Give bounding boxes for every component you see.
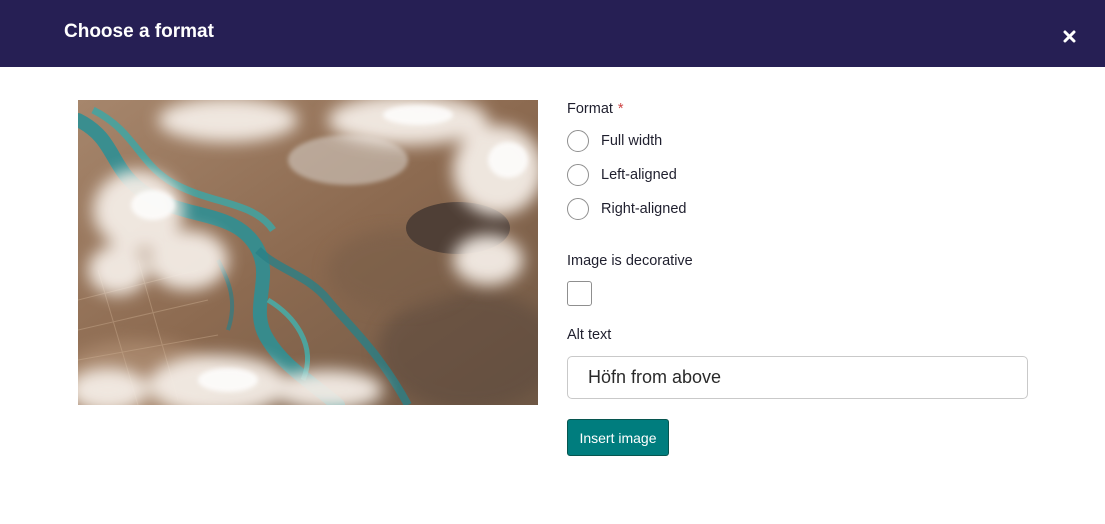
choose-format-dialog: Choose a format Format * Full width Left… bbox=[0, 0, 1105, 524]
radio-button[interactable] bbox=[567, 164, 589, 186]
radio-full-width[interactable]: Full width bbox=[567, 129, 662, 153]
radio-left-aligned[interactable]: Left-aligned bbox=[567, 163, 677, 187]
radio-button[interactable] bbox=[567, 198, 589, 220]
radio-label-left-aligned: Left-aligned bbox=[601, 167, 677, 183]
radio-button[interactable] bbox=[567, 130, 589, 152]
required-indicator: * bbox=[617, 101, 624, 117]
alt-text-input[interactable] bbox=[567, 356, 1028, 399]
radio-label-full-width: Full width bbox=[601, 133, 663, 149]
format-label-text: Format bbox=[567, 101, 613, 117]
alt-text-label: Alt text bbox=[567, 327, 612, 343]
aerial-river-landscape-image bbox=[78, 100, 538, 405]
close-icon bbox=[1063, 30, 1075, 42]
dialog-title: Choose a format bbox=[64, 21, 214, 42]
dialog-header: Choose a format bbox=[0, 0, 1105, 67]
radio-right-aligned[interactable]: Right-aligned bbox=[567, 197, 686, 221]
format-label: Format * bbox=[567, 100, 624, 118]
decorative-checkbox[interactable] bbox=[567, 281, 592, 306]
radio-label-right-aligned: Right-aligned bbox=[601, 201, 687, 217]
insert-image-button[interactable]: Insert image bbox=[567, 419, 669, 456]
decorative-label: Image is decorative bbox=[567, 253, 693, 269]
close-button[interactable] bbox=[1056, 20, 1082, 46]
image-preview bbox=[78, 100, 538, 405]
